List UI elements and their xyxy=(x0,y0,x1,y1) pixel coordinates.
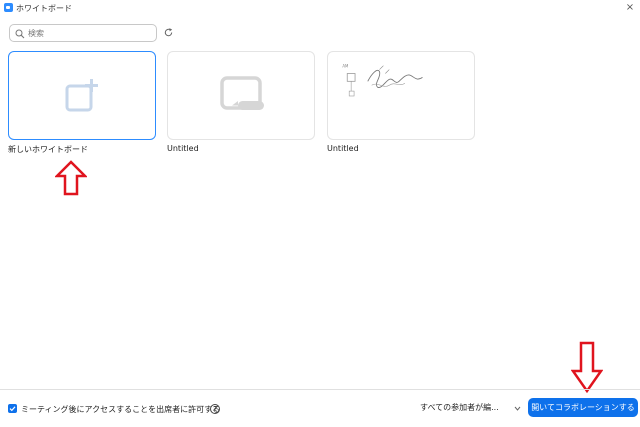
new-whiteboard-card[interactable] xyxy=(8,51,156,140)
search-input[interactable] xyxy=(28,26,152,40)
checkmark-icon xyxy=(9,406,16,412)
zoom-app-icon xyxy=(4,3,13,12)
close-button[interactable]: × xyxy=(624,2,636,14)
refresh-icon[interactable] xyxy=(163,27,174,38)
whiteboard-card[interactable]: AM xyxy=(327,51,475,140)
edit-permission-select[interactable]: すべての参加者が編... xyxy=(420,402,499,414)
whiteboard-card[interactable] xyxy=(167,51,315,140)
allow-access-checkbox[interactable] xyxy=(8,404,17,413)
whiteboard-card-label: Untitled xyxy=(167,144,199,153)
window-title: ホワイトボード xyxy=(16,4,72,13)
allow-access-label: ミーティング後にアクセスすることを出席者に許可する xyxy=(21,405,221,414)
title-bar: ホワイトボード × xyxy=(0,0,640,16)
new-whiteboard-label: 新しいホワイトボード xyxy=(8,145,88,154)
open-and-collaborate-button[interactable]: 開いてコラボレーションする xyxy=(528,398,638,417)
chevron-down-icon[interactable] xyxy=(514,405,521,412)
help-icon[interactable]: ? xyxy=(210,404,220,414)
plus-square-icon xyxy=(65,79,98,112)
whiteboard-icon xyxy=(220,76,264,110)
annotation-arrow-up-icon xyxy=(55,160,87,196)
search-icon xyxy=(15,29,25,39)
sketch-thumbnail: AM xyxy=(342,64,423,97)
footer-divider xyxy=(0,389,640,390)
annotation-arrow-down-icon xyxy=(571,341,603,393)
whiteboard-window: ホワイトボード × 新しいホワイトボード Untitled xyxy=(0,0,640,427)
svg-text:AM: AM xyxy=(342,64,348,69)
whiteboard-card-label: Untitled xyxy=(327,144,359,153)
search-box[interactable] xyxy=(9,24,157,42)
